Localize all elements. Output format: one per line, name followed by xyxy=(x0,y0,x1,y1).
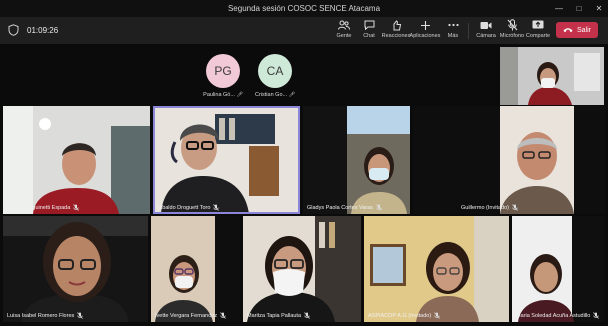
share-label: Comparte xyxy=(525,33,551,39)
mic-muted-icon xyxy=(376,204,382,211)
self-video xyxy=(500,47,604,105)
mic-muted-icon xyxy=(593,312,600,319)
leave-label: Salir xyxy=(576,26,591,34)
maximize-button[interactable]: □ xyxy=(574,4,584,13)
leave-button[interactable]: Salir xyxy=(556,22,598,38)
mic-muted-icon xyxy=(213,204,220,211)
participant-tile-aspiacop[interactable]: ASPIACOP A.G (Invitado) xyxy=(364,216,509,322)
participant-tile-gladys[interactable]: Gladys Paola Cortes Varas xyxy=(303,106,410,214)
participant-tile-maritza[interactable]: Maritza Tapia Pallauta xyxy=(243,216,361,322)
mic-off-icon xyxy=(507,19,517,31)
avatar-name: Cristian Go... 🎤︎ xyxy=(255,92,295,98)
participant-name: Maritza Tapia Pallauta xyxy=(247,312,310,319)
meeting-toolbar: 01:09:26 Gente Chat Reacciones Aplicacio… xyxy=(0,17,608,45)
people-icon xyxy=(338,20,350,30)
window-title: Segunda sesión COSOC SENCE Atacama xyxy=(227,4,381,13)
close-window-button[interactable]: ✕ xyxy=(594,4,604,13)
participant-name: Ivette Vergara Fernandez xyxy=(155,312,226,319)
participant-video xyxy=(243,216,361,322)
minimize-button[interactable]: — xyxy=(554,4,564,13)
share-icon xyxy=(532,20,544,29)
add-apps-icon xyxy=(420,20,430,30)
title-bar: Segunda sesión COSOC SENCE Atacama — □ ✕ xyxy=(0,0,608,17)
mic-muted-icon xyxy=(77,312,84,319)
participant-tile-ivette[interactable]: Ivette Vergara Fernandez xyxy=(151,216,240,322)
avatar: CA xyxy=(258,54,292,88)
toolbar-divider xyxy=(468,23,469,39)
participant-video xyxy=(3,216,148,322)
participant-video xyxy=(364,216,509,322)
window-controls: — □ ✕ xyxy=(554,0,604,17)
participant-video xyxy=(151,216,240,322)
avatar-name: Paulina Gó... 🎤︎ xyxy=(203,92,243,98)
participant-tile-pablo[interactable]: Pablo Sanguinetti Espada xyxy=(3,106,150,214)
participant-name: Guillermo (Invitado) xyxy=(461,204,518,211)
self-preview[interactable] xyxy=(500,47,604,105)
participant-tile-maria[interactable]: Maria Soledad Acuña Astudillo xyxy=(512,216,605,322)
reactions-label: Reacciones xyxy=(381,33,411,39)
meeting-timer: 01:09:26 xyxy=(27,26,59,35)
participant-name: Maria Soledad Acuña Astudillo xyxy=(516,312,600,319)
hang-up-icon xyxy=(563,28,573,33)
participant-name: Luisa Isabel Romero Flores xyxy=(7,312,84,319)
participant-name: Pablo Sanguinetti Espada xyxy=(7,204,80,211)
more-icon xyxy=(447,23,459,27)
participant-video xyxy=(413,106,605,214)
participant-video xyxy=(512,216,605,322)
participant-video xyxy=(303,106,410,214)
participant-video xyxy=(3,106,150,214)
mic-muted-icon xyxy=(73,204,80,211)
participant-name: ASPIACOP A.G (Invitado) xyxy=(368,312,440,319)
more-button[interactable]: Más xyxy=(437,19,469,43)
participant-name: Gladys Paola Cortes Varas xyxy=(307,204,382,211)
participant-tile-nibaldo[interactable]: Nibaldo Droguett Toro xyxy=(153,106,300,214)
avatar-participant-pg[interactable]: PG Paulina Gó... 🎤︎ xyxy=(199,54,247,98)
participant-name: Nibaldo Droguett Toro xyxy=(157,204,220,211)
participant-tile-luisa[interactable]: Luisa Isabel Romero Flores xyxy=(3,216,148,322)
shield-icon[interactable] xyxy=(8,24,19,36)
mic-muted-icon xyxy=(512,204,518,211)
avatar-participant-ca[interactable]: CA Cristian Go... 🎤︎ xyxy=(251,54,299,98)
mic-muted-icon xyxy=(220,312,226,319)
chat-icon xyxy=(364,20,374,30)
reactions-button[interactable]: Reacciones xyxy=(380,19,412,43)
mic-muted-icon xyxy=(304,312,310,319)
meeting-stage: PG Paulina Gó... 🎤︎ CA Cristian Go... 🎤︎ xyxy=(0,44,608,326)
participant-video xyxy=(153,106,300,214)
camera-icon xyxy=(480,21,492,29)
avatar: PG xyxy=(206,54,240,88)
participant-tile-guillermo[interactable]: Guillermo (Invitado) xyxy=(413,106,605,214)
share-button[interactable]: Comparte xyxy=(522,19,554,43)
more-label: Más xyxy=(447,33,459,39)
reactions-icon xyxy=(393,19,401,30)
mic-muted-icon xyxy=(434,312,440,319)
